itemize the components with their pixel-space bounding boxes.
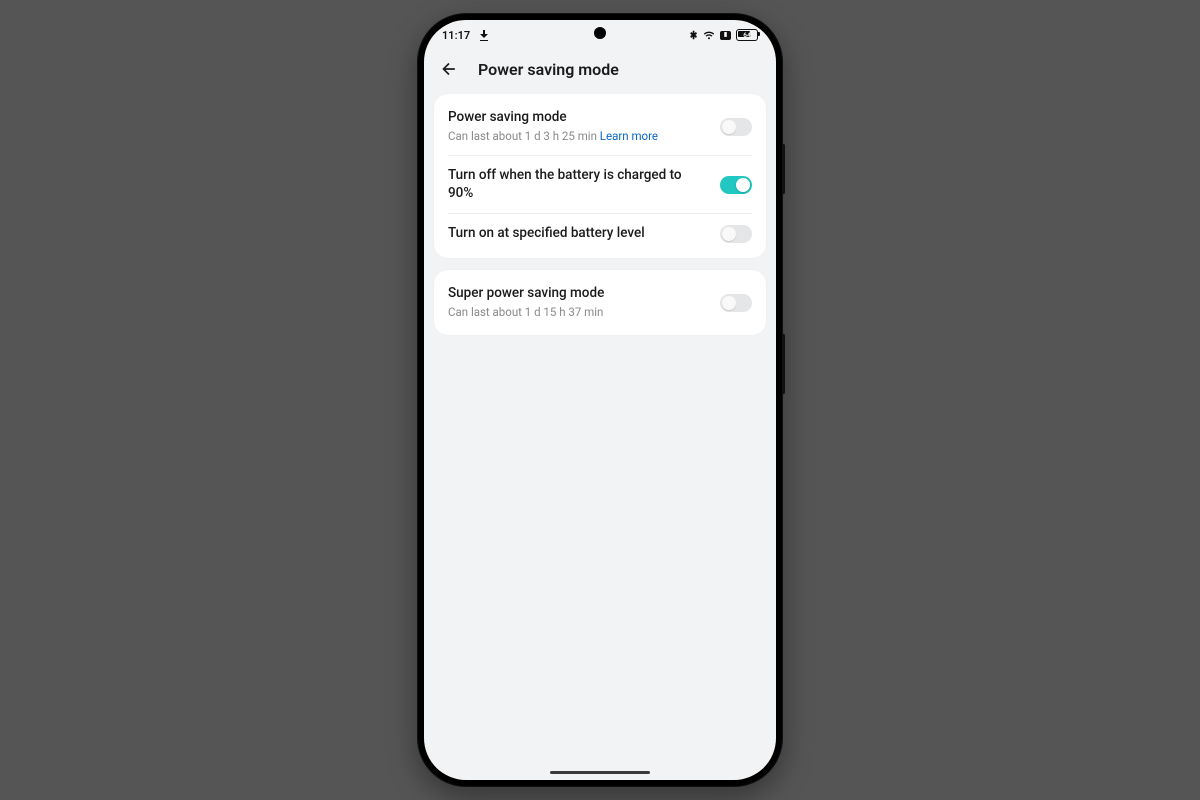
battery-percent: 64 [737,31,757,39]
front-camera-cutout [594,27,606,39]
cellular-icon: ▮ [720,31,731,40]
arrow-left-icon [439,59,459,79]
phone-frame: 11:17 ✱ ▮ 64 Power sa [418,14,782,786]
card-power-saving: Power saving mode Can last about 1 d 3 h… [434,94,766,258]
battery-icon: 64 [736,29,758,41]
learn-more-link[interactable]: Learn more [600,129,658,143]
wifi-icon [703,30,715,40]
download-icon [480,30,488,40]
back-button[interactable] [438,58,460,80]
row-label: Power saving mode [448,109,706,127]
content-scroll[interactable]: Power saving mode Can last about 1 d 3 h… [424,94,776,780]
toggle-turn-off-at-90[interactable] [720,176,752,194]
card-super-power-saving: Super power saving mode Can last about 1… [434,270,766,335]
toggle-super-power-saving[interactable] [720,294,752,312]
row-super-power-saving[interactable]: Super power saving mode Can last about 1… [448,274,752,331]
toggle-turn-on-at-level[interactable] [720,225,752,243]
row-power-saving-mode[interactable]: Power saving mode Can last about 1 d 3 h… [448,98,752,155]
row-subtext: Can last about 1 d 3 h 25 min Learn more [448,129,706,145]
home-indicator[interactable] [550,771,650,775]
row-turn-off-at-90[interactable]: Turn off when the battery is charged to … [448,155,752,213]
page-header: Power saving mode [424,48,776,94]
screen: 11:17 ✱ ▮ 64 Power sa [424,20,776,780]
status-time: 11:17 [442,29,470,42]
row-label: Turn on at specified battery level [448,225,706,243]
row-label: Turn off when the battery is charged to … [448,167,706,202]
toggle-power-saving-mode[interactable] [720,118,752,136]
bluetooth-icon: ✱ [690,29,697,42]
page-title: Power saving mode [478,60,619,79]
row-turn-on-at-level[interactable]: Turn on at specified battery level [448,213,752,254]
row-label: Super power saving mode [448,285,706,303]
row-subtext: Can last about 1 d 15 h 37 min [448,305,706,321]
